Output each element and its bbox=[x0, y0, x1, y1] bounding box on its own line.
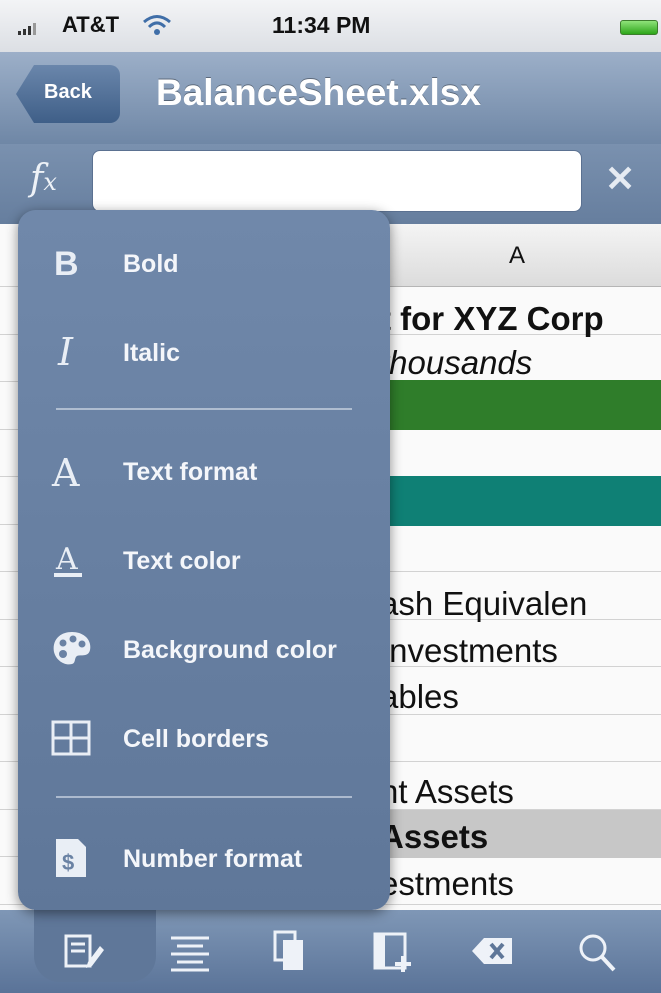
close-icon[interactable]: ✕ bbox=[605, 158, 635, 200]
svg-text:$: $ bbox=[62, 850, 74, 875]
delete-icon[interactable] bbox=[468, 928, 518, 974]
menu-item-background-color[interactable]: Background color bbox=[18, 614, 390, 684]
menu-item-label: Bold bbox=[123, 250, 179, 278]
cell-text[interactable]: ash Equivalen bbox=[380, 585, 587, 623]
cell-text[interactable]: estments bbox=[380, 865, 514, 903]
insert-icon[interactable] bbox=[367, 928, 417, 974]
format-menu: B Bold I Italic A Text format A Text col… bbox=[18, 210, 390, 910]
menu-item-italic[interactable]: I Italic bbox=[18, 317, 390, 387]
italic-icon: I bbox=[50, 330, 94, 374]
text-format-icon: A bbox=[50, 450, 94, 495]
cell-text[interactable]: nt Assets bbox=[380, 773, 514, 811]
column-header-label: A bbox=[509, 242, 526, 269]
menu-item-label: Cell borders bbox=[123, 725, 269, 753]
status-time: 11:34 PM bbox=[272, 12, 371, 38]
svg-text:A: A bbox=[51, 451, 80, 492]
menu-item-bold[interactable]: B Bold bbox=[18, 228, 390, 298]
text-color-icon: A bbox=[50, 539, 94, 581]
svg-text:I: I bbox=[57, 331, 74, 373]
column-header-a[interactable]: A bbox=[380, 224, 661, 287]
align-icon[interactable] bbox=[165, 928, 215, 974]
search-icon[interactable] bbox=[572, 928, 622, 974]
svg-text:A: A bbox=[55, 542, 78, 577]
cell-borders-icon bbox=[50, 717, 94, 759]
menu-item-number-format[interactable]: $ Number format bbox=[18, 823, 390, 893]
carrier-label: AT&T bbox=[62, 12, 120, 37]
menu-item-label: Italic bbox=[123, 339, 180, 367]
menu-item-label: Text format bbox=[123, 458, 258, 486]
cell-fill-green[interactable] bbox=[380, 380, 661, 430]
signal-icon bbox=[18, 22, 40, 40]
back-button[interactable]: Back bbox=[16, 65, 120, 123]
cell-text[interactable]: t for XYZ Corp bbox=[380, 300, 604, 338]
menu-item-text-format[interactable]: A Text format bbox=[18, 436, 390, 506]
formula-input[interactable] bbox=[92, 150, 582, 212]
function-icon[interactable]: fx bbox=[30, 158, 57, 199]
format-icon[interactable] bbox=[58, 928, 108, 974]
menu-divider bbox=[56, 408, 352, 410]
svg-text:B: B bbox=[54, 245, 79, 283]
battery-icon bbox=[620, 20, 658, 35]
cell-fill-teal[interactable] bbox=[380, 476, 661, 526]
menu-item-cell-borders[interactable]: Cell borders bbox=[18, 703, 390, 773]
cell-text[interactable]: Investments bbox=[380, 632, 558, 670]
menu-item-label: Background color bbox=[123, 636, 337, 664]
bold-icon: B bbox=[50, 242, 94, 284]
menu-item-label: Text color bbox=[123, 547, 241, 575]
copy-icon[interactable] bbox=[265, 928, 315, 974]
cell-text[interactable]: ables bbox=[380, 678, 459, 716]
palette-icon bbox=[50, 628, 94, 670]
menu-divider bbox=[56, 796, 352, 798]
number-format-icon: $ bbox=[50, 837, 94, 879]
cell-text[interactable]: Assets bbox=[380, 818, 488, 856]
back-button-label: Back bbox=[44, 81, 92, 103]
menu-item-text-color[interactable]: A Text color bbox=[18, 525, 390, 595]
status-bar: AT&T 11:34 PM bbox=[0, 0, 661, 52]
document-title: BalanceSheet.xlsx bbox=[156, 72, 481, 113]
cell-text[interactable]: thousands bbox=[380, 344, 532, 382]
menu-item-label: Number format bbox=[123, 845, 303, 873]
wifi-icon bbox=[142, 14, 172, 41]
